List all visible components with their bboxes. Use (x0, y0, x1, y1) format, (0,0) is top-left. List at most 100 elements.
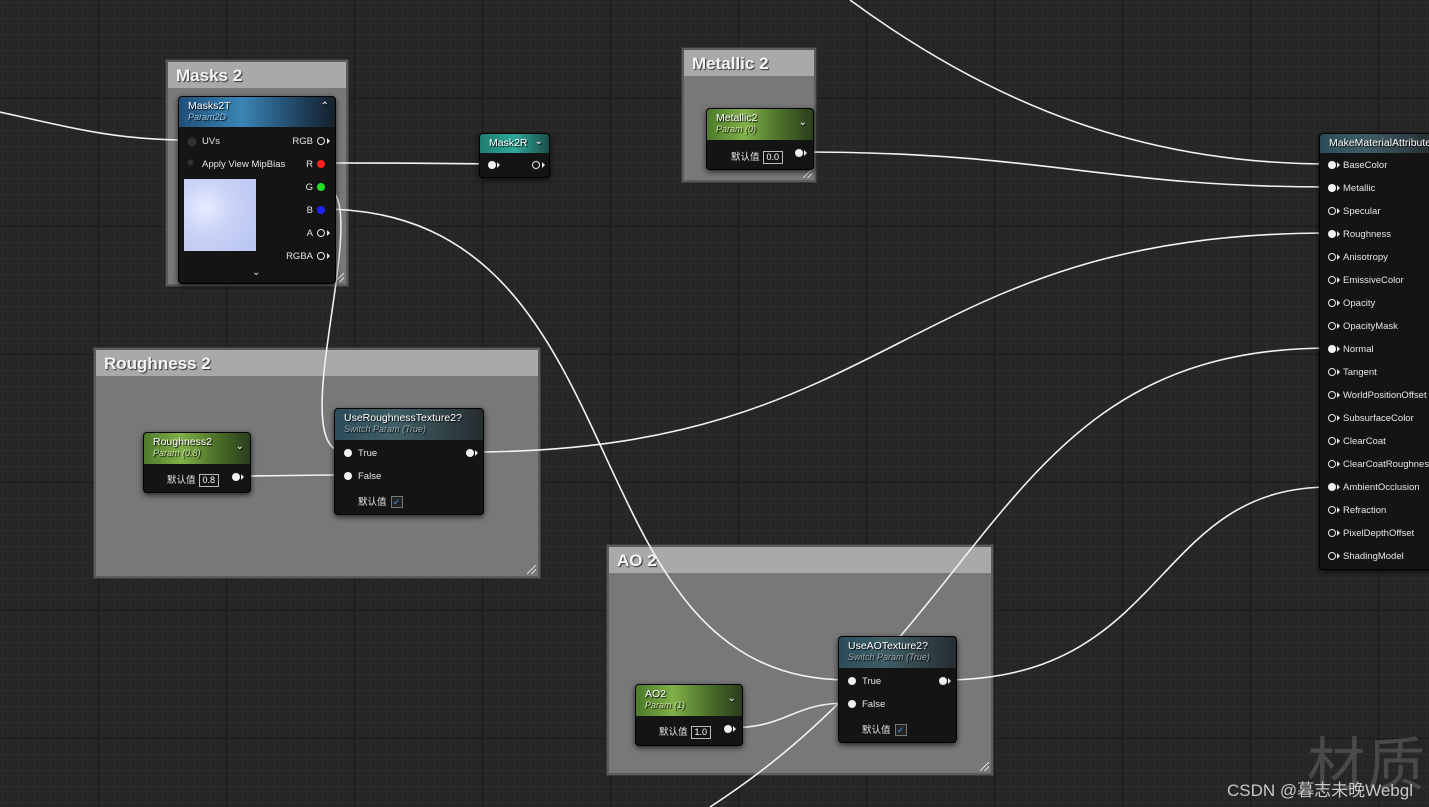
output-pin[interactable] (795, 149, 803, 157)
input-pin-basecolor[interactable] (1328, 161, 1336, 169)
input-pin-specular[interactable] (1328, 207, 1336, 215)
scalar-param-node-ao2[interactable]: AO2 Param (1) ⌄ 默认值 1.0 (635, 684, 743, 746)
output-pin[interactable] (232, 473, 240, 481)
output-pin[interactable] (939, 677, 947, 685)
chevron-down-icon[interactable]: ⌄ (252, 267, 260, 278)
input-label-false: False (358, 471, 382, 482)
default-value-field[interactable]: 1.0 (690, 726, 712, 739)
input-pin-pixeldepthoffset[interactable] (1328, 529, 1336, 537)
output-label-g: G (305, 182, 313, 193)
input-pin-emissivecolor[interactable] (1328, 276, 1336, 284)
default-value-field[interactable]: 0.8 (198, 474, 220, 487)
input-pin[interactable] (488, 161, 496, 169)
input-pin-refraction[interactable] (1328, 506, 1336, 514)
output-pin[interactable] (532, 161, 540, 169)
scalar-param-node-roughness2[interactable]: Roughness2 Param (0.8) ⌄ 默认值 0.8 (143, 432, 251, 493)
input-pin-subsurfacecolor[interactable] (1328, 414, 1336, 422)
node-subtitle: Param (0.8) (153, 448, 201, 458)
input-pin-shadingmodel[interactable] (1328, 552, 1336, 560)
output-pin[interactable] (466, 449, 474, 457)
input-label-pixeldepthoffset: PixelDepthOffset (1343, 528, 1415, 539)
wire-basecolor-in (849, 0, 1331, 165)
input-pin-metallic[interactable] (1328, 184, 1336, 192)
node-title: MakeMaterialAttributes (1329, 137, 1429, 149)
input-pin-clearcoatroughness[interactable] (1328, 460, 1336, 468)
texture-preview (184, 179, 256, 251)
input-arrow (1337, 392, 1340, 398)
default-value-label: 默认值 (862, 725, 891, 736)
resize-handle[interactable] (527, 565, 536, 574)
input-pin-ambientocclusion[interactable] (1328, 483, 1336, 491)
node-header[interactable]: AO2 Param (1) ⌄ (636, 685, 742, 716)
input-label-shadingmodel: ShadingModel (1343, 551, 1404, 562)
input-arrow (1337, 254, 1340, 260)
default-value-row: 默认值 0.0 (731, 149, 784, 164)
input-pin-anisotropy[interactable] (1328, 253, 1336, 261)
input-arrow (1337, 369, 1340, 375)
input-pin-normal[interactable] (1328, 345, 1336, 353)
input-pin-false[interactable] (344, 472, 352, 480)
output-pin-rgb[interactable] (317, 137, 325, 145)
input-pin-false[interactable] (848, 700, 856, 708)
resize-handle[interactable] (803, 169, 812, 178)
wire-use-ao-to-make (942, 486, 1331, 681)
comment-title-roughness: Roughness 2 (96, 350, 538, 376)
output-pin-rgba[interactable] (317, 252, 325, 260)
wire-use-roughness-to-make (469, 232, 1331, 453)
input-pin-roughness[interactable] (1328, 230, 1336, 238)
output-pin-r[interactable] (317, 160, 325, 168)
component-mask-node-mask2r[interactable]: Mask2R ⌄ (479, 133, 550, 178)
texture-param-node-masks2t[interactable]: Masks2T Param2D ⌃ UVs Apply View MipBias… (178, 96, 336, 284)
node-title: Roughness2 (153, 436, 212, 448)
input-pin-worldpositionoffset[interactable] (1328, 391, 1336, 399)
node-header[interactable]: UseAOTexture2? Switch Param (True) (839, 637, 956, 668)
default-value-label: 默认值 (731, 152, 760, 163)
input-pin-true[interactable] (344, 449, 352, 457)
node-header[interactable]: UseRoughnessTexture2? Switch Param (True… (335, 409, 483, 440)
scalar-param-node-metallic2[interactable]: Metallic2 Param (0) ⌄ 默认值 0.0 (706, 108, 814, 170)
input-pin-mipbias[interactable] (187, 159, 194, 166)
static-switch-node-use-ao[interactable]: UseAOTexture2? Switch Param (True) True … (838, 636, 957, 743)
input-pin-true[interactable] (848, 677, 856, 685)
default-value-field[interactable]: 0.0 (762, 151, 784, 164)
input-pin-opacity[interactable] (1328, 299, 1336, 307)
comment-title-metallic: Metallic 2 (684, 50, 814, 76)
node-subtitle: Param (1) (645, 700, 686, 710)
chevron-up-icon[interactable]: ⌃ (321, 101, 329, 112)
node-header[interactable]: MakeMaterialAttributes (1320, 134, 1429, 153)
node-subtitle: Switch Param (True) (344, 424, 426, 434)
chevron-down-icon[interactable]: ⌄ (728, 693, 736, 704)
input-label-metallic: Metallic (1343, 183, 1376, 194)
output-pin-a[interactable] (317, 229, 325, 237)
chevron-down-icon[interactable]: ⌄ (236, 441, 244, 452)
output-pin[interactable] (724, 725, 732, 733)
resize-handle[interactable] (980, 762, 989, 771)
node-title: UseRoughnessTexture2? (344, 412, 462, 424)
chevron-down-icon[interactable]: ⌄ (799, 117, 807, 128)
input-arrow (1337, 530, 1340, 536)
input-label-refraction: Refraction (1343, 505, 1387, 516)
input-pin-opacitymask[interactable] (1328, 322, 1336, 330)
default-checkbox[interactable]: ✓ (894, 724, 907, 737)
default-checkbox[interactable]: ✓ (390, 496, 403, 509)
node-header[interactable]: Roughness2 Param (0.8) ⌄ (144, 433, 250, 464)
output-arrow (948, 678, 951, 684)
input-arrow (1337, 300, 1340, 306)
default-value-row: 默认值 ✓ (358, 494, 403, 509)
static-switch-node-use-roughness[interactable]: UseRoughnessTexture2? Switch Param (True… (334, 408, 484, 515)
node-header[interactable]: Mask2R ⌄ (480, 134, 549, 153)
output-pin-b[interactable] (317, 206, 325, 214)
default-value-label: 默认值 (659, 727, 688, 738)
chevron-down-icon[interactable]: ⌄ (535, 136, 543, 147)
output-label-r: R (306, 159, 313, 170)
node-header[interactable]: Masks2T Param2D ⌃ (179, 97, 335, 127)
node-header[interactable]: Metallic2 Param (0) ⌄ (707, 109, 813, 140)
input-pin-uvs[interactable] (187, 137, 197, 147)
input-pin-clearcoat[interactable] (1328, 437, 1336, 445)
input-pin-tangent[interactable] (1328, 368, 1336, 376)
output-pin-g[interactable] (317, 183, 325, 191)
comment-title-ao: AO 2 (609, 547, 991, 573)
resize-handle[interactable] (335, 273, 344, 282)
input-label-roughness: Roughness (1343, 229, 1392, 240)
make-material-attributes-node[interactable]: MakeMaterialAttributes BaseColor Metallic… (1319, 133, 1429, 570)
